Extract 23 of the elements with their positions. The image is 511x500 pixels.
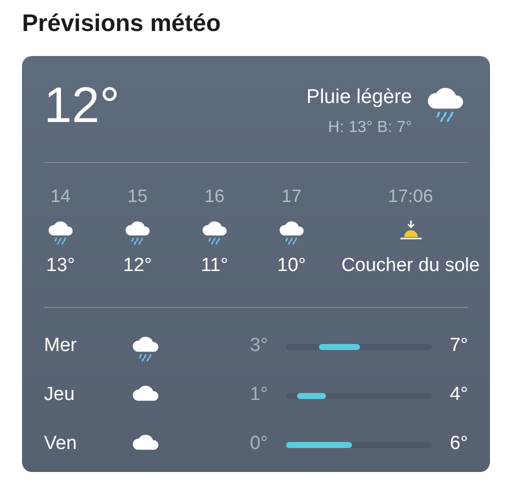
current-temperature: 12° [44, 80, 120, 135]
hour-label: 15 [127, 185, 148, 208]
hour-label: 17 [281, 185, 302, 208]
high-temperature: 6° [448, 432, 468, 456]
low-temperature: 3° [248, 334, 268, 358]
section-title: Prévisions météo [22, 9, 222, 39]
day-label: Jeu [44, 383, 76, 408]
hour-label: 17:06 [388, 185, 434, 208]
hour-temperature: 10° [277, 254, 306, 278]
hour-temperature: 13° [46, 254, 75, 278]
condition-text: Pluie légère [306, 85, 412, 110]
day-label: Mer [44, 334, 78, 358]
hour-label: 14 [50, 185, 71, 208]
high-temperature: 7° [448, 334, 468, 358]
hour-temperature: 12° [123, 254, 152, 278]
day-label: Ven [44, 432, 78, 456]
hour-label: 16 [204, 185, 225, 208]
high-low-text: H: 13° B: 7° [328, 118, 412, 138]
hour-temperature: Coucher du sole [341, 254, 480, 278]
low-temperature: 1° [248, 383, 268, 408]
high-temperature: 4° [448, 383, 468, 408]
hour-temperature: 11° [200, 254, 228, 278]
low-temperature: 0° [248, 432, 268, 456]
